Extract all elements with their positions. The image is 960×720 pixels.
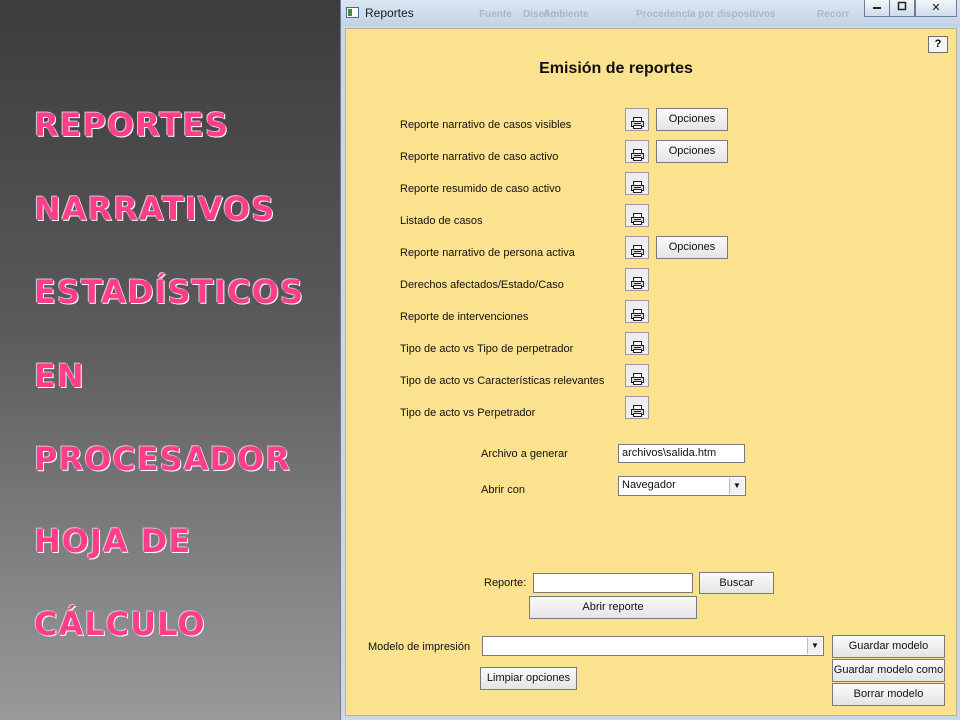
report-label: Tipo de acto vs Perpetrador: [400, 407, 536, 419]
options-button[interactable]: Opciones: [656, 236, 728, 259]
maximize-button[interactable]: [889, 0, 915, 17]
slide-title: REPORTES NARRATIVOS ESTADÍSTICOS EN PROC…: [0, 0, 342, 720]
slide-title-line: REPORTES: [34, 106, 230, 144]
printer-icon: [631, 210, 644, 225]
modelo-select[interactable]: ▼: [482, 636, 824, 656]
chevron-down-icon[interactable]: ▼: [729, 478, 744, 494]
help-button[interactable]: ?: [928, 36, 948, 53]
print-report-button[interactable]: [625, 396, 649, 419]
slide-title-line: PROCESADOR: [34, 440, 291, 478]
print-report-button[interactable]: [625, 268, 649, 291]
reporte-input[interactable]: [533, 573, 693, 593]
borrar-modelo-button[interactable]: Borrar modelo: [832, 683, 945, 706]
report-label: Reporte de intervenciones: [400, 311, 529, 323]
buscar-button[interactable]: Buscar: [699, 572, 774, 594]
abrir-con-label: Abrir con: [481, 484, 526, 496]
options-button[interactable]: Opciones: [656, 108, 728, 131]
app-icon: [346, 7, 359, 18]
printer-icon: [631, 274, 644, 289]
printer-icon: [631, 114, 644, 129]
print-report-button[interactable]: [625, 108, 649, 131]
reportes-window: Reportes Fuente Diseño Ambiente Proceden…: [340, 0, 960, 720]
report-label: Reporte narrativo de caso activo: [400, 151, 559, 163]
archivo-input[interactable]: archivos\salida.htm: [618, 444, 745, 463]
print-report-button[interactable]: [625, 364, 649, 387]
slide-title-line: CÁLCULO: [34, 605, 206, 643]
background-menu-item: Fuente: [479, 9, 512, 20]
background-menu-item: Procedencia por dispositivos: [636, 9, 776, 20]
abrir-con-value: Navegador: [622, 479, 676, 491]
print-report-button[interactable]: [625, 204, 649, 227]
print-report-button[interactable]: [625, 172, 649, 195]
print-report-button[interactable]: [625, 300, 649, 323]
printer-icon: [631, 402, 644, 417]
slide-title-line: EN: [34, 357, 85, 395]
window-title: Reportes: [365, 6, 414, 20]
abrir-con-select[interactable]: Navegador ▼: [618, 476, 746, 496]
abrir-reporte-button[interactable]: Abrir reporte: [529, 596, 697, 619]
report-label: Reporte narrativo de persona activa: [400, 247, 575, 259]
report-label: Tipo de acto vs Tipo de perpetrador: [400, 343, 574, 355]
printer-icon: [631, 242, 644, 257]
report-label: Derechos afectados/Estado/Caso: [400, 279, 564, 291]
form-title: Emisión de reportes: [539, 60, 693, 77]
options-button[interactable]: Opciones: [656, 140, 728, 163]
chevron-down-icon[interactable]: ▼: [807, 638, 822, 654]
archivo-label: Archivo a generar: [481, 448, 568, 460]
print-report-button[interactable]: [625, 236, 649, 259]
maximize-icon: [897, 1, 907, 11]
report-label: Tipo de acto vs Características relevant…: [400, 375, 605, 387]
printer-icon: [631, 306, 644, 321]
close-button[interactable]: ✕: [915, 0, 957, 17]
print-report-button[interactable]: [625, 140, 649, 163]
form-client-area: ? Emisión de reportes Reporte narrativo …: [345, 28, 957, 716]
background-menu-item: Recorr: [817, 9, 850, 20]
slide-title-line: ESTADÍSTICOS: [34, 273, 304, 311]
window-titlebar[interactable]: Reportes Fuente Diseño Ambiente Proceden…: [341, 0, 960, 26]
printer-icon: [631, 338, 644, 353]
printer-icon: [631, 370, 644, 385]
report-label: Reporte narrativo de casos visibles: [400, 119, 572, 131]
limpiar-opciones-button[interactable]: Limpiar opciones: [480, 667, 577, 690]
background-menu-item: Ambiente: [543, 9, 589, 20]
minimize-button[interactable]: [864, 0, 890, 17]
reporte-label: Reporte:: [484, 577, 527, 589]
modelo-label: Modelo de impresión: [368, 641, 471, 653]
printer-icon: [631, 178, 644, 193]
report-label: Listado de casos: [400, 215, 483, 227]
slide-title-line: NARRATIVOS: [34, 190, 276, 228]
print-report-button[interactable]: [625, 332, 649, 355]
printer-icon: [631, 146, 644, 161]
guardar-modelo-como-button[interactable]: Guardar modelo como: [832, 659, 945, 682]
minimize-icon: [873, 7, 881, 9]
report-label: Reporte resumido de caso activo: [400, 183, 561, 195]
close-icon: ✕: [931, 1, 941, 14]
slide-title-line: HOJA DE: [34, 522, 192, 560]
guardar-modelo-button[interactable]: Guardar modelo: [832, 635, 945, 658]
